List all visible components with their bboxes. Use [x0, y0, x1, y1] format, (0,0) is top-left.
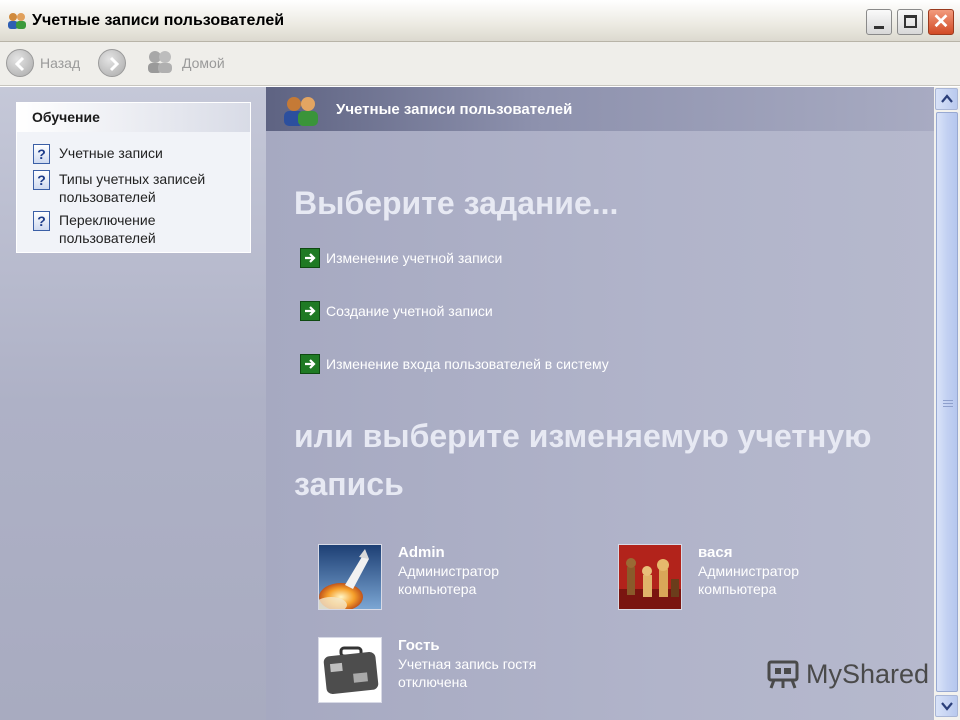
green-arrow-icon — [300, 301, 320, 321]
main-header-title: Учетные записи пользователей — [336, 101, 573, 118]
minimize-button[interactable] — [866, 9, 892, 35]
sidebar-item-account-types[interactable]: ? Типы учетных записей пользователей — [33, 170, 229, 206]
account-type: Администратор — [398, 563, 500, 579]
task-create-account[interactable]: Создание учетной записи — [300, 301, 493, 321]
account-status: Учетная запись гостя — [398, 656, 537, 672]
account-type-cont: компьютера — [398, 581, 477, 597]
home-users-icon — [145, 49, 175, 78]
help-icon: ? — [33, 170, 50, 190]
sidebar-item-switch-users[interactable]: ? Переключение пользователей — [33, 211, 229, 247]
task-change-logon[interactable]: Изменение входа пользователей в систему — [300, 354, 609, 374]
account-vasya[interactable]: вася Администратор компьютера — [618, 544, 799, 610]
sidebar-item-label: Учетные записи — [59, 145, 163, 161]
green-arrow-icon — [300, 354, 320, 374]
main-pane: Учетные записи пользователей Выберите за… — [266, 87, 934, 720]
space-shuttle-picture — [318, 544, 382, 610]
account-type-cont: компьютера — [698, 581, 777, 597]
account-name: вася — [698, 544, 733, 561]
close-icon: ✕ — [932, 11, 950, 33]
tasks-heading: Выберите задание... — [294, 185, 619, 221]
sidebar-item-label: Типы учетных записей пользователей — [59, 171, 206, 205]
scroll-thumb[interactable] — [936, 112, 958, 692]
chevron-down-icon — [941, 702, 953, 711]
window-title: Учетные записи пользователей — [32, 12, 285, 29]
help-icon: ? — [33, 211, 50, 231]
home-label: Домой — [182, 55, 225, 71]
suitcase-picture — [318, 637, 382, 703]
learn-about-panel: Обучение ? Учетные записи ? Типы учетных… — [16, 102, 251, 253]
chevron-up-icon — [941, 94, 953, 103]
title-bar: Учетные записи пользователей ✕ — [0, 0, 960, 42]
vertical-scrollbar[interactable] — [934, 87, 960, 720]
scroll-down-button[interactable] — [935, 695, 958, 717]
maximize-icon — [904, 15, 917, 28]
close-button[interactable]: ✕ — [928, 9, 954, 35]
toolbar: Назад Домой — [0, 42, 960, 86]
scroll-up-button[interactable] — [935, 88, 958, 110]
minimize-icon — [874, 26, 884, 29]
account-name: Admin — [398, 544, 445, 561]
grip-icon — [943, 400, 953, 408]
user-accounts-icon — [6, 11, 28, 31]
forward-arrow-icon — [98, 49, 126, 77]
account-admin[interactable]: Admin Администратор компьютера — [318, 544, 499, 610]
task-label: Изменение учетной записи — [326, 250, 503, 266]
account-type: Администратор — [698, 563, 800, 579]
sidebar-item-label: Переключение пользователей — [59, 212, 156, 246]
task-label: Создание учетной записи — [326, 303, 493, 319]
sidebar-item-accounts[interactable]: ? Учетные записи — [33, 144, 229, 164]
main-header: Учетные записи пользователей — [266, 87, 934, 131]
task-change-account[interactable]: Изменение учетной записи — [300, 248, 502, 268]
help-icon: ? — [33, 144, 50, 164]
task-label: Изменение входа пользователей в систему — [326, 356, 609, 372]
user-accounts-icon — [280, 95, 324, 130]
back-button[interactable]: Назад — [6, 48, 80, 78]
account-guest[interactable]: Гость Учетная запись гостя отключена — [318, 637, 536, 703]
watermark-text: MyShared — [806, 658, 930, 689]
forward-button[interactable] — [98, 48, 126, 78]
maximize-button[interactable] — [897, 9, 923, 35]
myshared-logo-icon — [767, 660, 799, 689]
account-name: Гость — [398, 637, 440, 654]
back-arrow-icon — [6, 49, 34, 77]
back-label: Назад — [40, 55, 81, 71]
home-button[interactable]: Домой — [145, 48, 225, 78]
left-pane: Обучение ? Учетные записи ? Типы учетных… — [0, 87, 266, 720]
panel-header: Обучение — [17, 103, 250, 132]
chess-picture — [618, 544, 682, 610]
accounts-heading: или выберите изменяемую учетную запись — [294, 418, 872, 502]
green-arrow-icon — [300, 248, 320, 268]
watermark: MyShared — [766, 658, 929, 690]
account-status-cont: отключена — [398, 674, 468, 690]
